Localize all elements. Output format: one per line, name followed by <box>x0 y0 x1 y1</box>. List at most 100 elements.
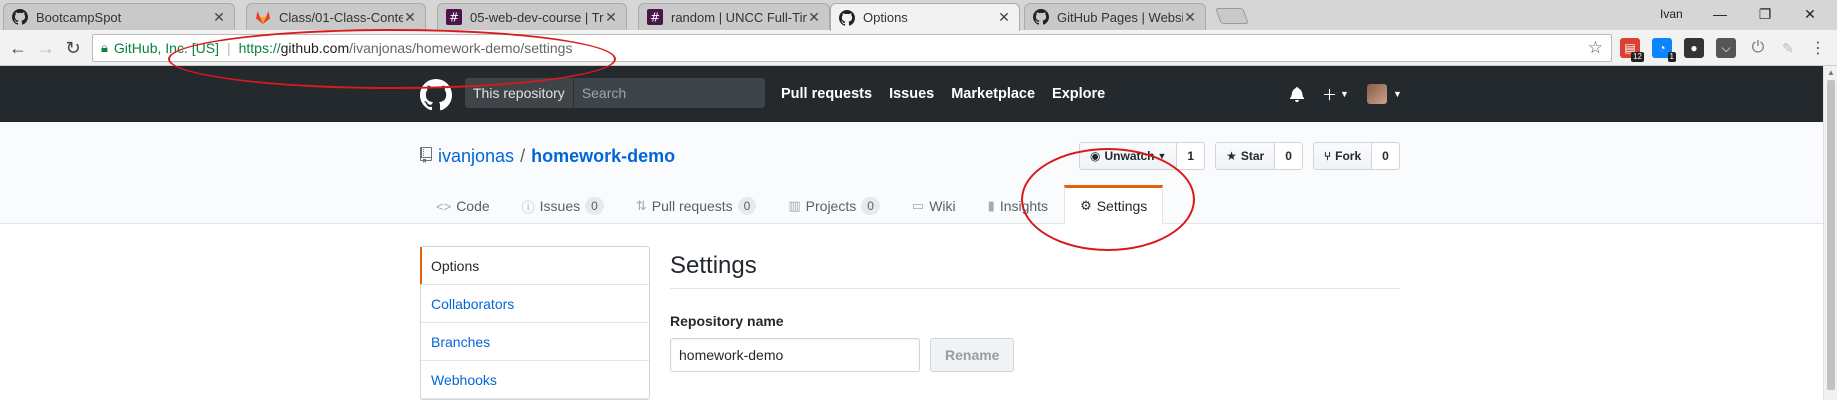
tab-label: Settings <box>1096 198 1148 214</box>
menu-item-webhooks[interactable]: Webhooks <box>421 361 649 399</box>
menu-icon[interactable]: ⋮ <box>1808 38 1828 58</box>
issue-icon: ⓘ <box>521 199 535 215</box>
notifications-bell-icon[interactable] <box>1290 86 1304 102</box>
fork-icon: ⑂ <box>1323 149 1332 163</box>
minimize-icon[interactable]: — <box>1700 3 1740 25</box>
tab-projects[interactable]: ▥ Projects 0 <box>772 185 896 225</box>
star-button[interactable]: ★ Star <box>1215 142 1276 170</box>
star-group: ★ Star 0 <box>1215 142 1303 170</box>
url-scheme: https:// <box>238 40 281 56</box>
close-window-icon[interactable]: ✕ <box>1790 3 1830 25</box>
scroll-thumb[interactable] <box>1827 80 1835 390</box>
gear-icon: ⚙ <box>1080 198 1092 213</box>
graph-icon: ▮ <box>987 198 995 213</box>
book-icon: ▭ <box>911 198 925 213</box>
ghostery-icon[interactable]: ◔ 1 <box>1652 38 1676 62</box>
watch-count[interactable]: 1 <box>1177 142 1206 170</box>
menu-item-options[interactable]: Options <box>420 247 649 285</box>
tab-title: 05-web-dev-course | Trilo <box>470 9 604 25</box>
slack-icon: # <box>647 9 663 25</box>
create-new-plus-icon[interactable]: ＋ ▼ <box>1322 84 1349 105</box>
scroll-up-icon[interactable]: ▲ <box>1827 68 1835 77</box>
browser-tab-slack-course[interactable]: # 05-web-dev-course | Trilo ✕ <box>437 3 627 30</box>
menu-item-collaborators[interactable]: Collaborators <box>421 285 649 323</box>
settings-menu: Options Collaborators Branches Webhooks <box>420 246 650 400</box>
close-icon[interactable]: ✕ <box>997 9 1011 26</box>
caret-down-icon: ▼ <box>1340 89 1349 99</box>
tab-label: Code <box>456 198 490 214</box>
star-count[interactable]: 0 <box>1275 142 1303 170</box>
github-header: This repository Pull requests Issues Mar… <box>0 66 1823 122</box>
tab-label: Issues <box>539 198 581 214</box>
repo-name-label: Repository name <box>670 313 784 329</box>
extension-icon[interactable]: ✎ <box>1778 38 1798 58</box>
pocket-icon[interactable]: ⌵ <box>1716 38 1736 58</box>
github-logo-icon[interactable] <box>420 79 452 111</box>
tab-title: random | UNCC Full-Time <box>671 9 807 25</box>
close-icon[interactable]: ✕ <box>807 9 821 26</box>
repo-owner-link[interactable]: ivanjonas <box>438 146 514 167</box>
close-icon[interactable]: ✕ <box>403 9 417 26</box>
incognito-icon[interactable]: ● <box>1684 38 1704 58</box>
repo-name-link[interactable]: homework-demo <box>531 146 675 166</box>
repo-header: ivanjonas / homework-demo ◉ Unwatch ▼ 1 ★ S… <box>0 122 1823 225</box>
path-separator: / <box>520 146 526 166</box>
watch-group: ◉ Unwatch ▼ 1 <box>1079 142 1206 170</box>
profile-name[interactable]: Ivan <box>1660 7 1683 21</box>
scrollbar[interactable]: ▲ <box>1823 66 1837 400</box>
unwatch-button[interactable]: ◉ Unwatch ▼ <box>1079 142 1178 170</box>
repo-nav: <> Code ⓘ Issues 0 ⇅ Pull requests 0 ▥ Project… <box>420 185 1164 225</box>
tab-label: Pull requests <box>651 198 733 214</box>
repo-search: This repository <box>465 78 771 108</box>
close-icon[interactable]: ✕ <box>604 9 618 26</box>
eye-icon: ◉ <box>1090 149 1101 163</box>
browser-tab-gitlab[interactable]: Class/01-Class-Content/ ✕ <box>246 3 426 30</box>
browser-tab-options[interactable]: Options ✕ <box>830 3 1020 31</box>
search-input[interactable] <box>573 78 771 108</box>
menu-item-branches[interactable]: Branches <box>421 323 649 361</box>
browser-tab-github-pages[interactable]: GitHub Pages | Websites ✕ <box>1024 3 1206 30</box>
nav-pull-requests[interactable]: Pull requests <box>781 86 872 102</box>
tab-issues[interactable]: ⓘ Issues 0 <box>506 185 620 225</box>
slack-icon: # <box>446 9 462 25</box>
rename-button[interactable]: Rename <box>930 338 1015 372</box>
address-bar[interactable]: 🔒︎ GitHub, Inc. [US] | https://github.co… <box>92 34 1612 62</box>
reload-icon[interactable]: ↻ <box>63 38 83 58</box>
close-icon[interactable]: ✕ <box>1183 9 1197 26</box>
header-actions: ＋ ▼ ▼ <box>1290 82 1420 106</box>
power-icon[interactable]: ⏻ <box>1748 38 1768 58</box>
github-icon <box>12 9 28 25</box>
fork-button[interactable]: ⑂ Fork <box>1312 142 1373 170</box>
nav-marketplace[interactable]: Marketplace <box>951 86 1035 102</box>
tab-title: Class/01-Class-Content/ <box>279 9 403 25</box>
tab-title: GitHub Pages | Websites <box>1057 9 1183 25</box>
back-icon[interactable]: ← <box>8 38 28 58</box>
tab-insights[interactable]: ▮ Insights <box>972 185 1064 225</box>
restore-icon[interactable]: ❐ <box>1745 3 1785 25</box>
caret-down-icon: ▼ <box>1392 89 1402 99</box>
gitlab-icon <box>255 9 271 25</box>
tab-wiki[interactable]: ▭ Wiki <box>896 185 972 225</box>
tab-code[interactable]: <> Code <box>420 185 506 225</box>
tab-pull-requests[interactable]: ⇅ Pull requests 0 <box>620 185 773 225</box>
avatar <box>1366 84 1387 104</box>
close-icon[interactable]: ✕ <box>212 9 226 26</box>
svg-text:#: # <box>650 11 660 25</box>
forward-icon[interactable]: → <box>36 38 56 58</box>
nav-issues[interactable]: Issues <box>889 86 934 102</box>
bookmark-star-icon[interactable]: ☆ <box>1588 38 1603 58</box>
new-tab-button[interactable] <box>1215 8 1249 24</box>
repo-name-input[interactable] <box>670 338 920 372</box>
star-label: Star <box>1240 149 1265 163</box>
browser-tab-bootcampspot[interactable]: BootcampSpot ✕ <box>3 3 235 30</box>
pull-request-icon: ⇅ <box>635 198 647 213</box>
nav-explore[interactable]: Explore <box>1052 86 1105 102</box>
fork-count[interactable]: 0 <box>1372 142 1400 170</box>
tab-settings[interactable]: ⚙ Settings <box>1064 185 1164 225</box>
url-path: /ivanjonas/homework-demo/settings <box>349 40 573 56</box>
tab-label: Wiki <box>929 198 956 214</box>
user-menu[interactable]: ▼ <box>1366 84 1402 104</box>
todoist-icon[interactable]: ▤ 12 <box>1620 38 1644 62</box>
svg-text:#: # <box>449 11 459 25</box>
browser-tab-slack-random[interactable]: # random | UNCC Full-Time ✕ <box>638 3 830 30</box>
